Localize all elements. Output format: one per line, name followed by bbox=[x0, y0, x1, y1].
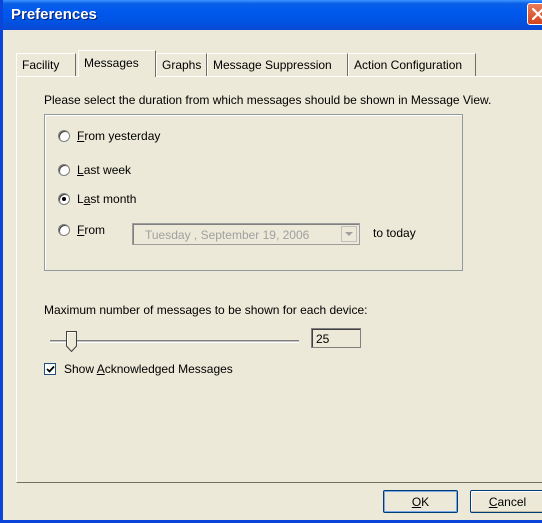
tab-label: Action Configuration bbox=[354, 58, 463, 72]
window-title: Preferences bbox=[11, 6, 97, 23]
date-picker-value: Tuesday , September 19, 2006 bbox=[145, 228, 310, 242]
max-messages-slider-track[interactable] bbox=[50, 340, 299, 343]
tab-label: Message Suppression bbox=[213, 58, 332, 72]
tab-label: Graphs bbox=[162, 58, 202, 72]
tab-action-configuration[interactable]: Action Configuration bbox=[348, 53, 476, 76]
show-acknowledged-checkbox[interactable] bbox=[44, 363, 56, 375]
show-acknowledged-label[interactable]: Show Acknowledged Messages bbox=[64, 362, 233, 376]
instruction-text: Please select the duration from which me… bbox=[44, 93, 492, 107]
cancel-button[interactable]: Cancel bbox=[470, 490, 542, 513]
ok-button[interactable]: OK bbox=[383, 490, 458, 513]
tab-label: Messages bbox=[84, 56, 139, 70]
close-icon bbox=[532, 8, 542, 20]
checkmark-icon bbox=[46, 365, 55, 373]
title-bar[interactable]: Preferences bbox=[3, 0, 542, 30]
date-picker-dropdown-button[interactable] bbox=[341, 226, 357, 242]
max-messages-value: 25 bbox=[316, 332, 330, 346]
radio-label-from-date[interactable]: From bbox=[77, 223, 105, 237]
date-picker[interactable]: Tuesday , September 19, 2006 bbox=[132, 223, 360, 245]
max-messages-value-field[interactable]: 25 bbox=[311, 328, 361, 348]
tab-graphs[interactable]: Graphs bbox=[156, 53, 207, 76]
radio-last-month[interactable] bbox=[58, 193, 70, 205]
max-messages-label: Maximum number of messages to be shown f… bbox=[44, 303, 368, 317]
radio-label-from-yesterday[interactable]: From yesterday bbox=[77, 129, 160, 143]
to-today-label: to today bbox=[373, 226, 416, 240]
radio-label-last-week[interactable]: Last week bbox=[77, 163, 131, 177]
radio-from-yesterday[interactable] bbox=[58, 130, 70, 142]
preferences-dialog: Preferences Facility Messages Graphs Mes… bbox=[0, 0, 542, 523]
radio-from-date[interactable] bbox=[58, 224, 70, 236]
chevron-down-icon bbox=[345, 232, 353, 236]
radio-selected-dot bbox=[62, 197, 66, 201]
radio-label-last-month[interactable]: Last month bbox=[77, 192, 136, 206]
radio-last-week[interactable] bbox=[58, 164, 70, 176]
max-messages-slider-thumb[interactable] bbox=[66, 331, 77, 352]
tab-message-suppression[interactable]: Message Suppression bbox=[207, 53, 348, 76]
tab-label: Facility bbox=[22, 58, 60, 72]
tab-facility[interactable]: Facility bbox=[16, 53, 76, 76]
tab-messages[interactable]: Messages bbox=[78, 50, 156, 77]
close-button[interactable] bbox=[527, 3, 542, 25]
